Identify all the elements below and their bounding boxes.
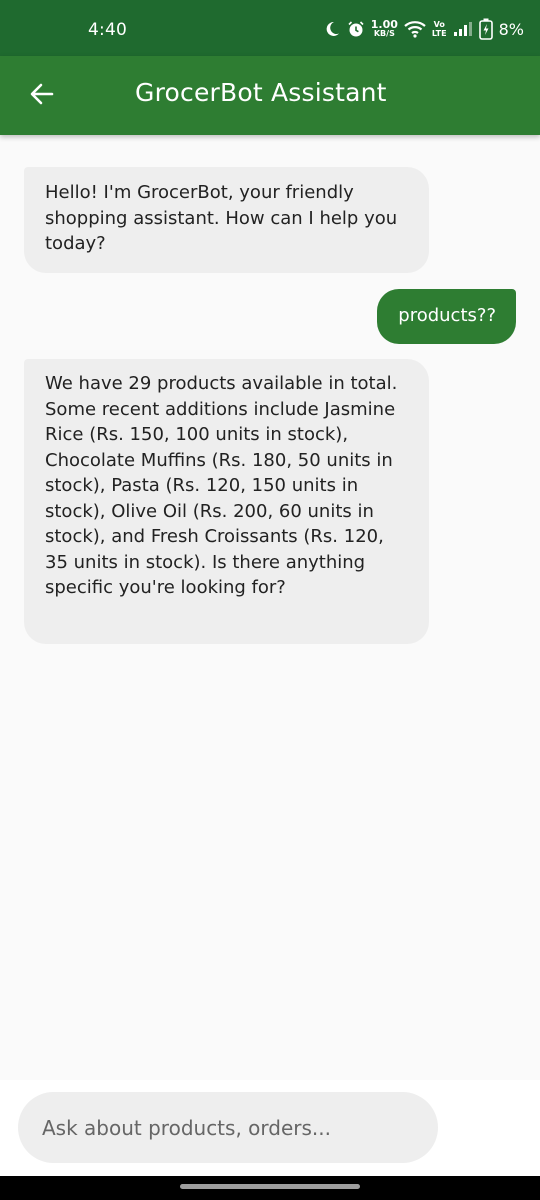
- app-title: GrocerBot Assistant: [135, 78, 387, 107]
- volte-top: Vo: [433, 20, 445, 29]
- volte-indicator: Vo LTE: [432, 20, 447, 38]
- message-input[interactable]: [18, 1092, 438, 1163]
- alarm-icon: [347, 20, 365, 38]
- battery-charging-icon: [478, 18, 493, 40]
- network-speed: 1.00 KB/S: [370, 18, 398, 38]
- signal-icon: [453, 21, 473, 37]
- chat-messages[interactable]: Hello! I'm GrocerBot, your friendly shop…: [0, 135, 540, 1080]
- network-speed-value: 1.00: [370, 18, 398, 31]
- home-indicator[interactable]: [180, 1184, 360, 1189]
- user-message: products??: [377, 289, 516, 344]
- network-speed-unit: KB/S: [373, 29, 395, 38]
- back-button[interactable]: [22, 76, 62, 116]
- navigation-bar: [0, 1176, 540, 1200]
- battery-percentage: 8%: [498, 19, 524, 39]
- status-bar: 4:40 1.00 KB/S Vo LTE 8%: [0, 0, 540, 56]
- arrow-left-icon: [29, 81, 55, 111]
- status-icons: 1.00 KB/S Vo LTE 8%: [323, 16, 524, 42]
- app-bar: GrocerBot Assistant: [0, 56, 540, 135]
- bot-message: Hello! I'm GrocerBot, your friendly shop…: [24, 167, 429, 273]
- wifi-icon: [404, 20, 426, 38]
- bot-message: We have 29 products available in total. …: [24, 359, 429, 644]
- status-time: 4:40: [88, 20, 127, 40]
- moon-icon: [323, 20, 341, 38]
- composer-bar: [0, 1080, 540, 1176]
- volte-bottom: LTE: [431, 29, 447, 38]
